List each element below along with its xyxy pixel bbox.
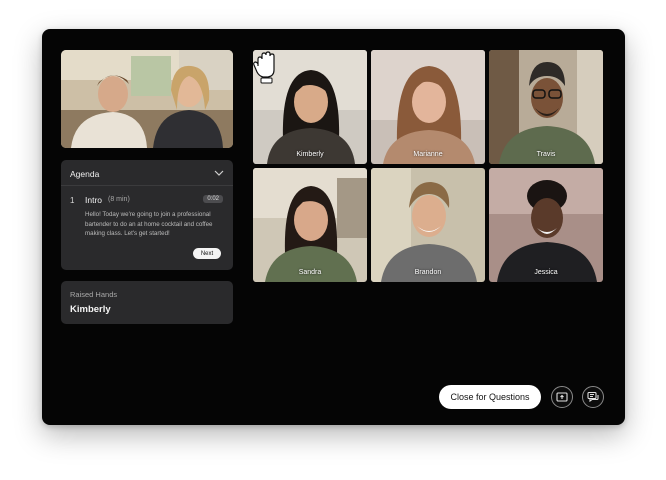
participant-video	[253, 168, 367, 282]
chat-button[interactable]	[582, 386, 604, 408]
chat-icon	[587, 391, 599, 403]
participant-name: Jessica	[534, 269, 558, 276]
participant-tile[interactable]: Sandra	[253, 168, 367, 282]
self-video-image	[61, 50, 233, 148]
self-video-tile[interactable]	[61, 50, 233, 148]
next-button[interactable]: Next	[193, 248, 221, 259]
chevron-down-icon[interactable]	[214, 169, 224, 177]
participant-name: Brandon	[414, 269, 442, 276]
participant-name: Marianne	[413, 151, 443, 158]
agenda-item-number: 1	[70, 196, 75, 205]
participant-video	[489, 168, 603, 282]
participant-tile[interactable]: Travis	[489, 50, 603, 164]
agenda-divider	[61, 185, 233, 186]
participant-name: Travis	[536, 151, 556, 158]
present-icon	[556, 392, 568, 402]
participant-name: Sandra	[298, 269, 322, 276]
agenda-panel: Agenda 1 Intro (8 min) 0:02 Hello! Today…	[61, 160, 233, 270]
participant-video	[371, 50, 485, 164]
present-button[interactable]	[551, 386, 573, 408]
agenda-timer-badge: 0:02	[203, 195, 223, 203]
participant-video	[489, 50, 603, 164]
participant-name: Kimberly	[296, 151, 324, 158]
raised-hand-name[interactable]: Kimberly	[70, 304, 111, 315]
raised-hands-panel: Raised Hands Kimberly	[61, 281, 233, 324]
raised-hands-label: Raised Hands	[70, 290, 118, 299]
raised-hand-icon	[253, 51, 275, 84]
participant-tile[interactable]: Kimberly	[253, 50, 367, 164]
participant-video	[371, 168, 485, 282]
agenda-item-description: Hello! Today we're going to join a profe…	[85, 211, 213, 237]
participant-tile[interactable]: Jessica	[489, 168, 603, 282]
agenda-header: Agenda	[70, 169, 100, 179]
participant-tile[interactable]: Brandon	[371, 168, 485, 282]
agenda-item-duration: (8 min)	[108, 196, 130, 203]
agenda-item-title: Intro	[85, 195, 103, 205]
meeting-window: Agenda 1 Intro (8 min) 0:02 Hello! Today…	[42, 29, 625, 425]
participant-tile[interactable]: Marianne	[371, 50, 485, 164]
close-for-questions-button[interactable]: Close for Questions	[439, 385, 541, 409]
